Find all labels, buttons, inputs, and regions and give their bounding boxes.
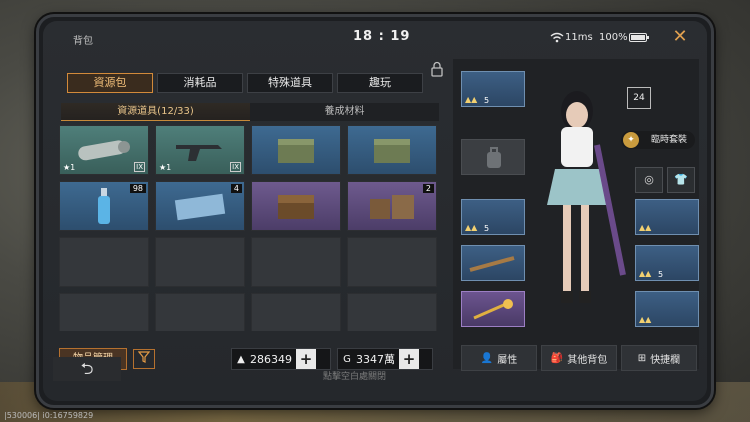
outfit-icon: ✦ [623,132,639,148]
temporary-outfit-button[interactable]: ✦ 臨時套裝 [621,131,695,149]
rolled-mat-icon [78,140,130,161]
backpack-slot[interactable] [461,139,525,175]
empty-slot[interactable] [155,293,245,331]
empty-slot[interactable] [59,237,149,287]
close-hint: 點擊空白處關閉 [323,372,387,382]
ring-toggle-icon[interactable]: ◎ [635,167,663,193]
empty-slot[interactable] [59,293,149,331]
supply-crate-icon [278,139,314,163]
empty-slot[interactable] [251,293,341,331]
category-tabs: 資源包 消耗品 特殊道具 趣玩 [67,73,423,93]
battery-icon [629,33,649,42]
subtab-training-materials[interactable]: 養成材料 [250,103,439,121]
backpack-icon [487,147,501,168]
debug-id: |530006| i0:16759829 [4,411,94,420]
item-slot[interactable] [251,181,341,231]
inventory-panel: 資源包 消耗品 特殊道具 趣玩 資源道具(12/33) 養成材料 ★1 IX ★… [53,59,443,339]
lock-icon[interactable] [430,61,444,77]
card-icon [174,193,226,221]
person-icon: 👤 [480,352,494,364]
filter-icon[interactable] [133,349,155,369]
other-backpack-button[interactable]: 🎒 其他背包 [541,345,617,371]
spear-icon [469,256,515,272]
pistol-icon [176,145,222,161]
coin-currency-icon: G [343,353,351,365]
currency-2: G 3347萬 + [337,348,433,370]
attributes-button[interactable]: 👤 屬性 [461,345,537,371]
clock: 18 : 19 [353,29,411,44]
tab-fun[interactable]: 趣玩 [337,73,423,93]
currency-1-value: 286349 [250,352,292,366]
tab-resource-pack[interactable]: 資源包 [67,73,153,93]
supply-crate-icon [374,139,410,163]
subtab-resource-items[interactable]: 資源道具(12/33) [61,103,250,121]
item-slot[interactable]: 98 [59,181,149,231]
item-grid: ★1 IX ★1 IX 98 4 2 [59,125,441,331]
empty-slot[interactable] [251,237,341,287]
back-button[interactable]: ⮌ [53,357,121,381]
item-slot[interactable]: ★1 IX [155,125,245,175]
accessory-slot[interactable]: ▲▲ [635,291,699,327]
treasure-chest-icon [278,195,314,219]
building-set-icon [370,195,414,219]
currency-1: ▲ 286349 + [231,348,331,370]
secondary-weapon-slot[interactable]: ▲▲ 5 [635,245,699,281]
weapon-slot-2[interactable] [461,291,525,327]
tablet-screen: 背包 18 : 19 11ms 100% ✕ 資源包 消耗品 特殊道具 趣玩 資… [43,21,707,401]
bottle-icon [98,188,110,224]
wifi-icon [550,32,564,43]
item-slot[interactable]: 4 [155,181,245,231]
add-currency-2-button[interactable]: + [399,349,419,369]
grid-icon: ⊞ [637,352,647,364]
character-avatar [547,91,626,303]
tab-special-items[interactable]: 特殊道具 [247,73,333,93]
item-slot[interactable] [251,125,341,175]
sub-tabs: 資源道具(12/33) 養成材料 [61,103,439,121]
quick-bar-button[interactable]: ⊞ 快捷欄 [621,345,697,371]
latency-text: 11ms [565,32,593,43]
item-slot[interactable] [347,125,437,175]
item-slot[interactable]: 2 [347,181,437,231]
close-button[interactable]: ✕ [669,26,691,48]
tablet-frame: 背包 18 : 19 11ms 100% ✕ 資源包 消耗品 特殊道具 趣玩 資… [36,14,714,408]
battery-percent: 100% [599,32,628,43]
screen-title: 背包 [73,36,93,47]
belt-slot[interactable]: ▲▲ [635,199,699,235]
mountain-currency-icon: ▲ [237,353,245,365]
empty-slot[interactable] [155,237,245,287]
bag-icon: 🎒 [550,352,564,364]
tab-consumables[interactable]: 消耗品 [157,73,243,93]
currency-2-value: 3347萬 [356,353,395,366]
helmet-slot[interactable]: ▲▲ 5 [461,71,525,107]
weapon-slot-1[interactable] [461,245,525,281]
item-slot[interactable]: ★1 IX [59,125,149,175]
status-bar: 背包 18 : 19 11ms 100% ✕ [43,21,707,51]
empty-slot[interactable] [347,293,437,331]
armor-slot[interactable]: ▲▲ 5 [461,199,525,235]
staff-icon [473,299,513,320]
shirt-toggle-icon[interactable]: 👕 [667,167,695,193]
add-currency-1-button[interactable]: + [296,349,316,369]
character-panel: ▲▲ 5 ▲▲ 5 24 ✦ 臨時套裝 ◎ 👕 ▲▲ ▲▲ 5 ▲▲ 👤 屬性 … [453,59,699,371]
empty-slot[interactable] [347,237,437,287]
level-badge: 24 [627,87,651,109]
